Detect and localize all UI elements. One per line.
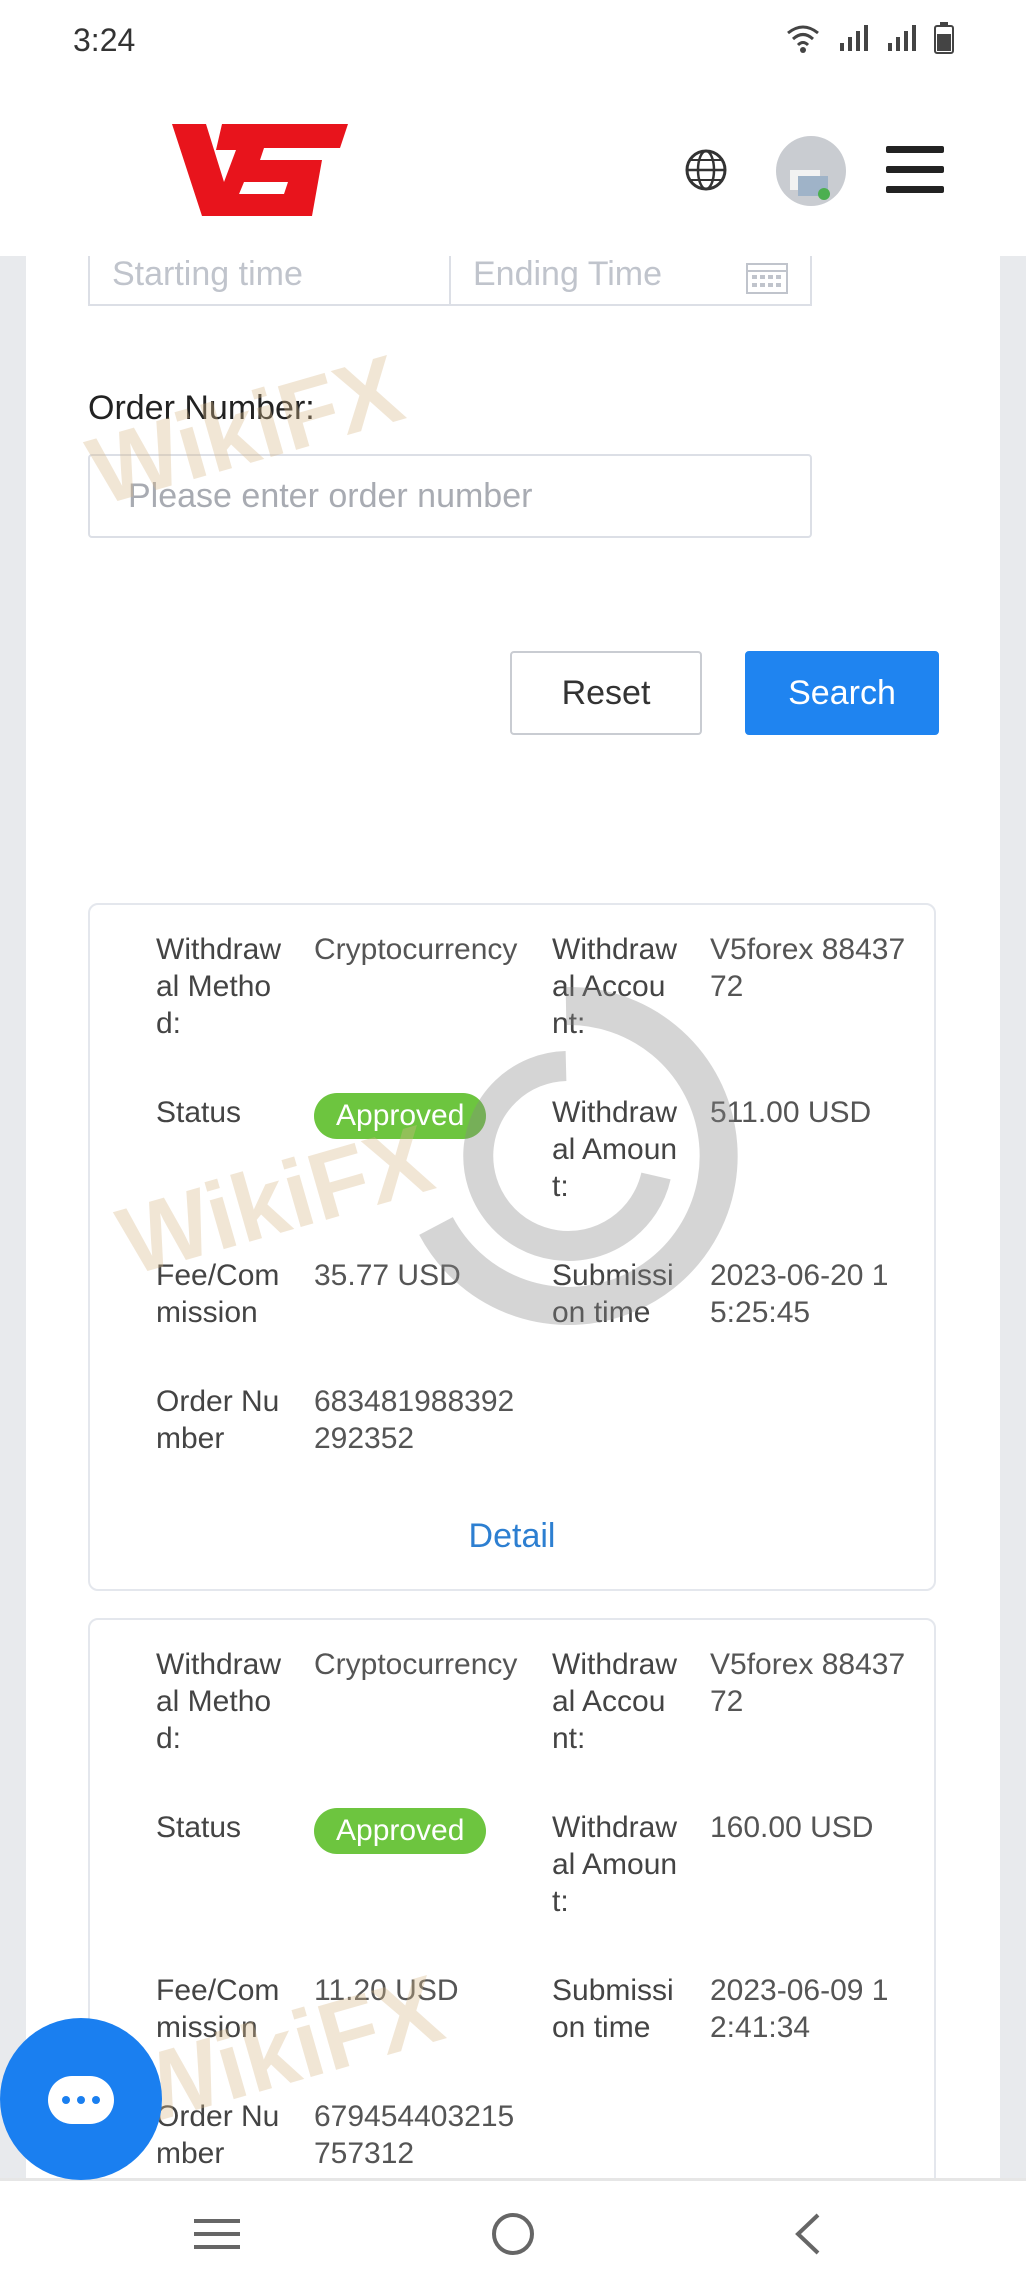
reset-button[interactable]: Reset bbox=[510, 651, 702, 735]
avatar-image-icon bbox=[790, 170, 830, 200]
withdrawal-record-card: Withdrawal Method: Cryptocurrency Withdr… bbox=[88, 1618, 936, 2238]
chat-support-button[interactable] bbox=[0, 2018, 162, 2180]
calendar-icon[interactable] bbox=[746, 260, 788, 294]
home-icon[interactable] bbox=[490, 2211, 536, 2257]
back-icon[interactable] bbox=[790, 2211, 826, 2257]
withdrawal-record-card: Withdrawal Method: Cryptocurrency Withdr… bbox=[88, 903, 936, 1591]
detail-link[interactable]: Detail bbox=[90, 1517, 934, 1556]
fee-label: Fee/Commission bbox=[156, 1974, 280, 2044]
recent-apps-icon[interactable] bbox=[192, 2211, 242, 2257]
amount-label: Withdrawal Amount: bbox=[552, 1096, 678, 1203]
submission-time-label: Submission time bbox=[552, 1259, 674, 1329]
status-badge: Approved bbox=[314, 1093, 487, 1139]
wifi-icon bbox=[787, 25, 819, 53]
search-button[interactable]: Search bbox=[745, 651, 939, 735]
submission-time-value: 2023-06-20 15:25:45 bbox=[710, 1259, 889, 1329]
account-value: V5forex 8843772 bbox=[710, 1648, 906, 1718]
amount-value: 160.00 USD bbox=[710, 1811, 874, 1844]
battery-icon bbox=[934, 22, 954, 54]
avatar[interactable] bbox=[776, 136, 846, 206]
order-number-input[interactable]: Please enter order number bbox=[88, 454, 812, 538]
amount-value: 511.00 USD bbox=[710, 1096, 872, 1129]
status-bar: 3:24 bbox=[0, 0, 1026, 84]
method-value: Cryptocurrency bbox=[314, 1648, 518, 1681]
signal-icon-2 bbox=[888, 25, 916, 51]
chat-bubble-icon bbox=[48, 2076, 114, 2124]
submission-time-value: 2023-06-09 12:41:34 bbox=[710, 1974, 889, 2044]
start-time-input[interactable]: Starting time bbox=[90, 256, 451, 304]
order-number-label: Order Number bbox=[156, 1385, 280, 1455]
method-label: Withdrawal Method: bbox=[156, 1648, 282, 1755]
fee-label: Fee/Commission bbox=[156, 1259, 280, 1329]
account-value: V5forex 8843772 bbox=[710, 933, 906, 1003]
fee-value: 35.77 USD bbox=[314, 1259, 461, 1292]
site-header bbox=[0, 84, 1026, 256]
order-number-value: 683481988392292352 bbox=[314, 1385, 515, 1455]
system-navigation-bar bbox=[0, 2178, 1026, 2291]
status-time: 3:24 bbox=[73, 22, 136, 58]
status-label: Status bbox=[156, 1811, 242, 1844]
account-label: Withdrawal Account: bbox=[552, 1648, 678, 1755]
v5-logo[interactable] bbox=[172, 120, 348, 220]
fee-value: 11.20 USD bbox=[314, 1974, 459, 2007]
order-number-value: 679454403215757312 bbox=[314, 2100, 515, 2170]
withdrawal-history-panel: Starting time Ending Time Order Number: … bbox=[26, 256, 1000, 2238]
status-badge: Approved bbox=[314, 1808, 487, 1854]
order-number-label: Order Number: bbox=[88, 389, 315, 427]
status-label: Status bbox=[156, 1096, 242, 1129]
globe-icon[interactable] bbox=[684, 148, 728, 192]
method-label: Withdrawal Method: bbox=[156, 933, 282, 1040]
submission-time-label: Submission time bbox=[552, 1974, 674, 2044]
method-value: Cryptocurrency bbox=[314, 933, 518, 966]
account-label: Withdrawal Account: bbox=[552, 933, 678, 1040]
signal-icon bbox=[840, 25, 868, 51]
status-icons bbox=[786, 22, 954, 54]
hamburger-menu-icon[interactable] bbox=[886, 146, 944, 194]
amount-label: Withdrawal Amount: bbox=[552, 1811, 678, 1918]
order-number-label: Order Number bbox=[156, 2100, 280, 2170]
date-range-picker[interactable]: Starting time Ending Time bbox=[88, 256, 812, 306]
